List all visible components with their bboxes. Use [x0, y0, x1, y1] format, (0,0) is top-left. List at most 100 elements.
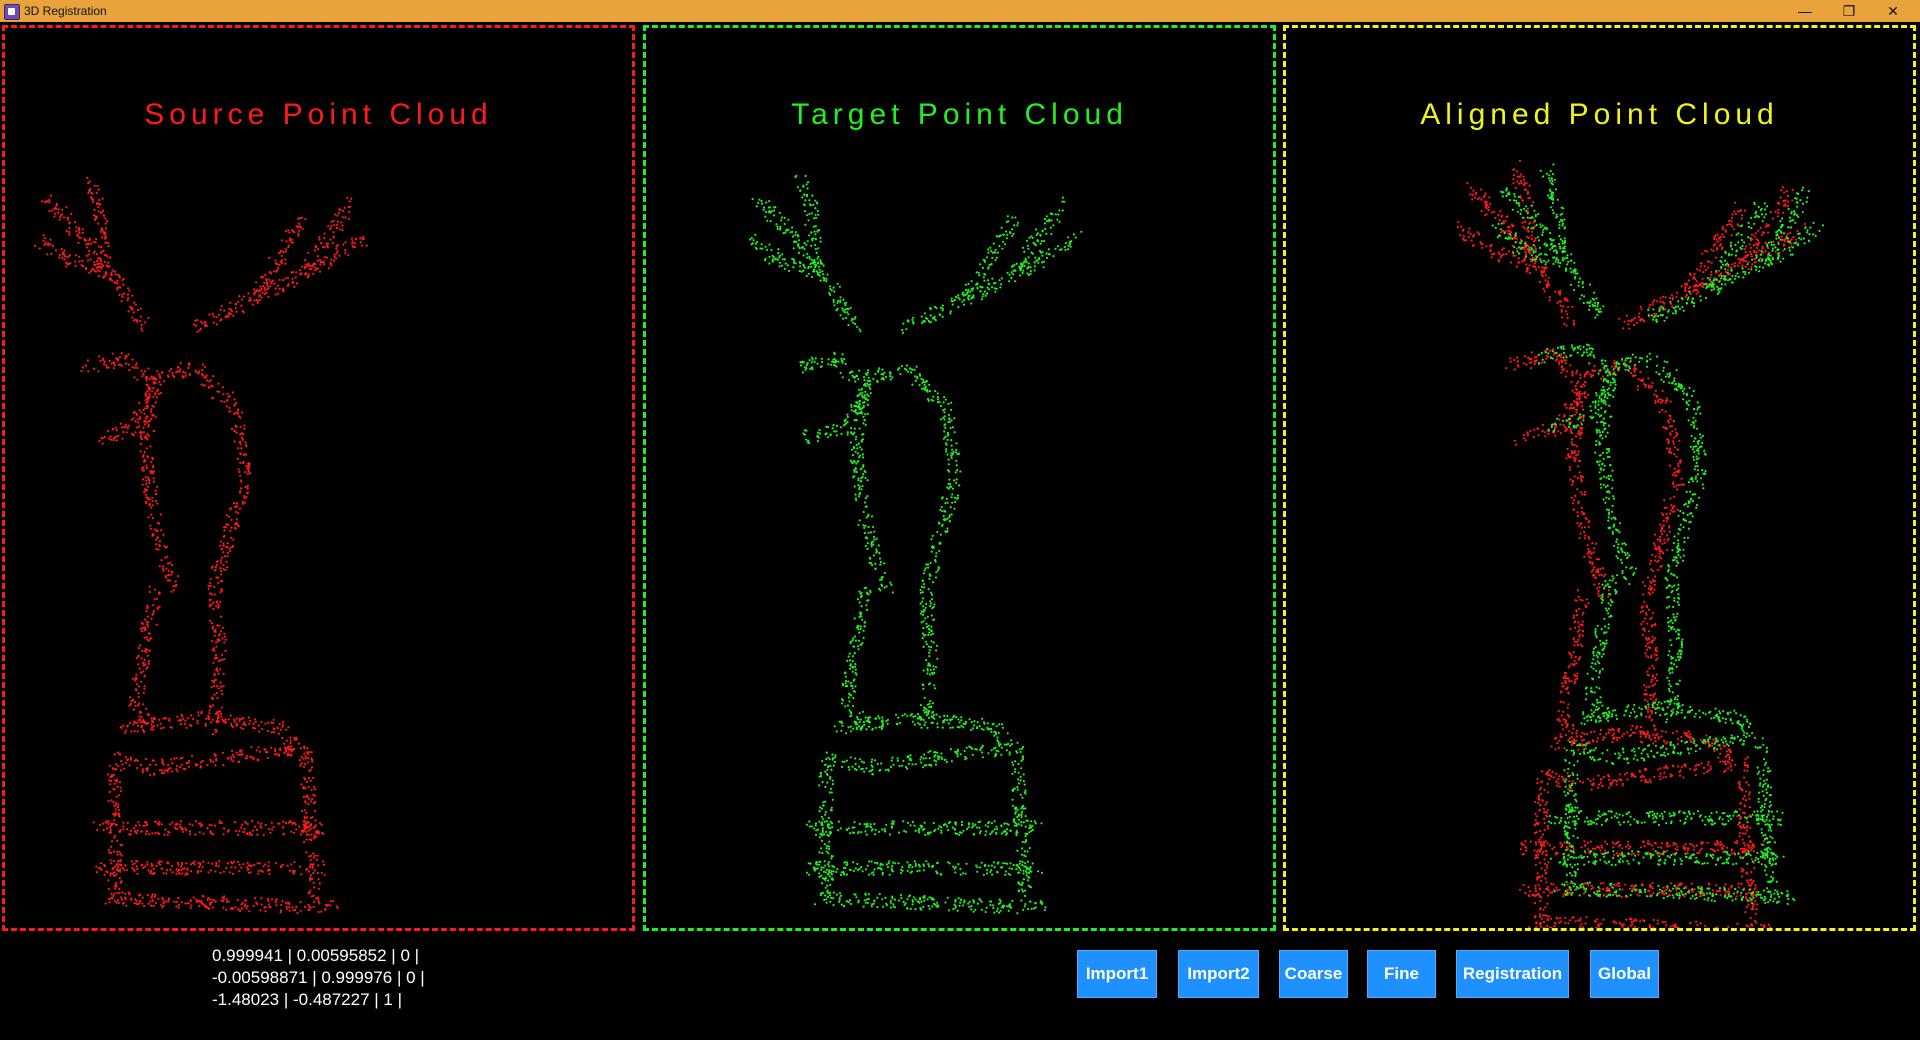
point	[151, 496, 154, 499]
point	[838, 892, 842, 895]
point	[950, 496, 953, 499]
point	[253, 299, 256, 302]
point	[144, 417, 147, 420]
point	[857, 639, 861, 642]
point	[274, 748, 277, 751]
point	[1012, 788, 1015, 791]
point	[231, 750, 234, 753]
point	[822, 264, 825, 267]
point	[245, 866, 248, 869]
point	[979, 866, 982, 869]
point	[119, 790, 122, 793]
point	[295, 905, 298, 909]
point	[133, 366, 136, 369]
point	[906, 898, 909, 901]
point	[1033, 242, 1036, 245]
point	[756, 241, 759, 244]
point	[208, 717, 211, 721]
point	[847, 726, 850, 729]
point	[167, 569, 170, 572]
point	[145, 482, 148, 485]
point	[128, 764, 131, 767]
point	[309, 768, 312, 771]
point	[858, 758, 861, 761]
point	[278, 263, 281, 266]
point	[239, 452, 242, 455]
point	[1015, 750, 1018, 753]
point	[958, 452, 961, 455]
point	[880, 762, 883, 765]
point	[322, 261, 325, 264]
point	[240, 866, 243, 869]
point	[815, 863, 819, 866]
point	[1013, 269, 1016, 272]
point	[144, 626, 147, 629]
point	[264, 288, 267, 291]
point	[1023, 783, 1026, 786]
point	[999, 286, 1002, 289]
point	[988, 288, 991, 291]
point	[175, 868, 178, 871]
point	[763, 259, 766, 262]
point	[214, 731, 218, 734]
point	[912, 896, 915, 899]
point	[266, 897, 269, 900]
source-point-cloud-view[interactable]: Source Point Cloud	[2, 25, 635, 931]
point	[212, 601, 215, 604]
point	[320, 871, 323, 874]
point	[170, 770, 173, 773]
point	[1026, 819, 1029, 822]
point	[212, 315, 215, 318]
point	[1017, 818, 1020, 821]
point	[237, 412, 240, 415]
point	[989, 904, 992, 907]
point	[237, 524, 240, 527]
point	[903, 367, 906, 370]
point	[1017, 782, 1021, 785]
point	[1058, 220, 1061, 223]
point	[136, 378, 139, 381]
point	[235, 310, 238, 313]
point	[240, 480, 243, 483]
point	[1044, 227, 1047, 230]
point	[941, 496, 944, 499]
point	[793, 259, 796, 262]
point	[1017, 823, 1020, 826]
point	[103, 260, 106, 263]
point	[862, 473, 865, 476]
point	[120, 364, 123, 367]
point	[310, 823, 313, 826]
point	[1003, 243, 1007, 246]
point	[180, 901, 184, 904]
target-point-cloud-view[interactable]: Target Point Cloud	[643, 25, 1276, 931]
point	[121, 898, 124, 901]
point	[847, 827, 850, 830]
point	[831, 822, 834, 825]
point	[54, 206, 57, 209]
point	[42, 239, 45, 242]
point	[958, 833, 961, 836]
point	[780, 216, 784, 219]
point	[235, 502, 238, 505]
point	[842, 866, 845, 869]
point	[881, 368, 884, 371]
restore-icon[interactable]: ❐	[1828, 0, 1870, 22]
point	[220, 706, 224, 709]
point	[825, 876, 828, 879]
point	[166, 833, 169, 836]
close-icon[interactable]: ✕	[1872, 0, 1914, 22]
point	[193, 860, 196, 863]
point	[209, 705, 212, 708]
point	[211, 697, 215, 701]
point	[963, 749, 966, 753]
point	[776, 258, 779, 261]
minimize-icon[interactable]: —	[1784, 0, 1826, 22]
point	[172, 585, 175, 588]
point	[832, 286, 835, 289]
point	[291, 906, 294, 909]
point	[139, 417, 142, 420]
point	[922, 905, 925, 909]
point	[192, 323, 196, 326]
point	[98, 199, 101, 202]
point	[994, 259, 997, 262]
